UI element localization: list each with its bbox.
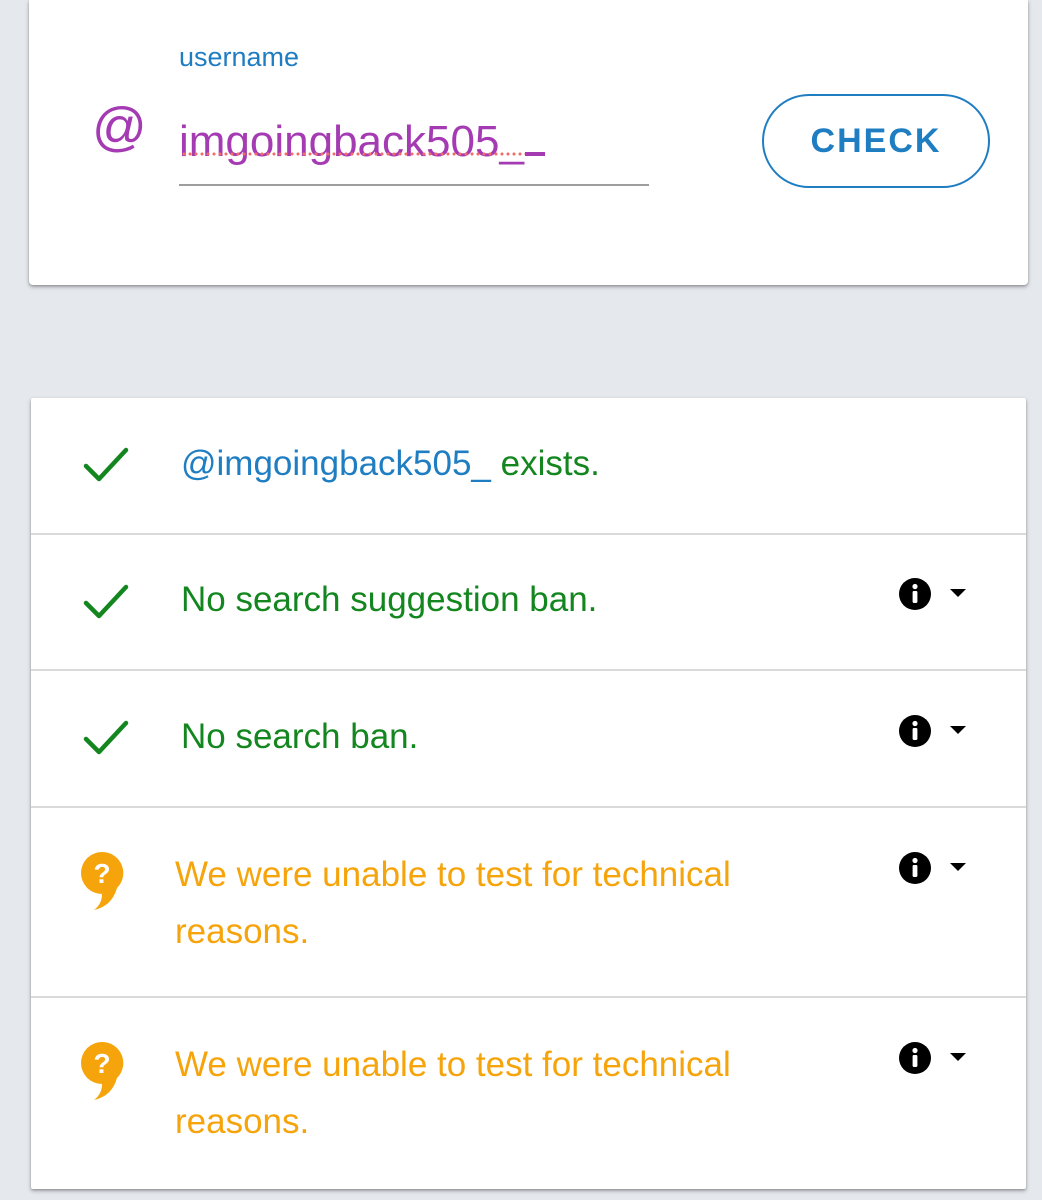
info-icon[interactable] — [898, 1041, 932, 1075]
text-cursor — [525, 152, 545, 156]
svg-text:?: ? — [93, 858, 110, 889]
question-bubble-icon: ? — [81, 1041, 124, 1100]
chevron-down-icon[interactable] — [946, 1049, 970, 1065]
chevron-down-icon[interactable] — [946, 859, 970, 875]
result-row-unknown-2: ? We were unable to test for technical r… — [31, 998, 1026, 1189]
result-text: We were unable to test for technical rea… — [175, 855, 731, 951]
results-card: @imgoingback505_ exists. No search sugge… — [31, 398, 1026, 1189]
info-icon[interactable] — [898, 577, 932, 611]
username-input[interactable] — [179, 100, 649, 186]
result-text: No search suggestion ban. — [181, 580, 598, 619]
chevron-down-icon[interactable] — [946, 722, 970, 738]
question-bubble-icon: ? — [81, 851, 124, 910]
username-label: username — [179, 42, 300, 72]
result-text: @imgoingback505_ exists. — [181, 444, 600, 483]
handle-link[interactable]: @imgoingback505_ — [181, 444, 491, 483]
svg-text:?: ? — [93, 1048, 110, 1079]
check-icon — [83, 720, 129, 755]
at-sign-icon: @ — [92, 97, 147, 157]
result-text: No search ban. — [181, 717, 419, 756]
result-row-exists: @imgoingback505_ exists. — [31, 398, 1026, 535]
row-actions — [898, 577, 978, 613]
info-icon[interactable] — [898, 714, 932, 748]
row-actions — [898, 714, 978, 750]
result-row-search-ban: No search ban. — [31, 671, 1026, 808]
result-text: We were unable to test for technical rea… — [175, 1045, 731, 1141]
spellcheck-underline — [181, 152, 541, 156]
chevron-down-icon[interactable] — [946, 585, 970, 601]
row-actions — [898, 851, 978, 887]
search-card: username @ CHECK — [29, 0, 1028, 285]
check-button[interactable]: CHECK — [762, 94, 990, 188]
result-row-unknown-1: ? We were unable to test for technical r… — [31, 808, 1026, 998]
result-row-search-suggestion-ban: No search suggestion ban. — [31, 535, 1026, 671]
check-icon — [83, 584, 129, 619]
check-icon — [83, 447, 129, 482]
info-icon[interactable] — [898, 851, 932, 885]
row-actions — [898, 1041, 978, 1077]
